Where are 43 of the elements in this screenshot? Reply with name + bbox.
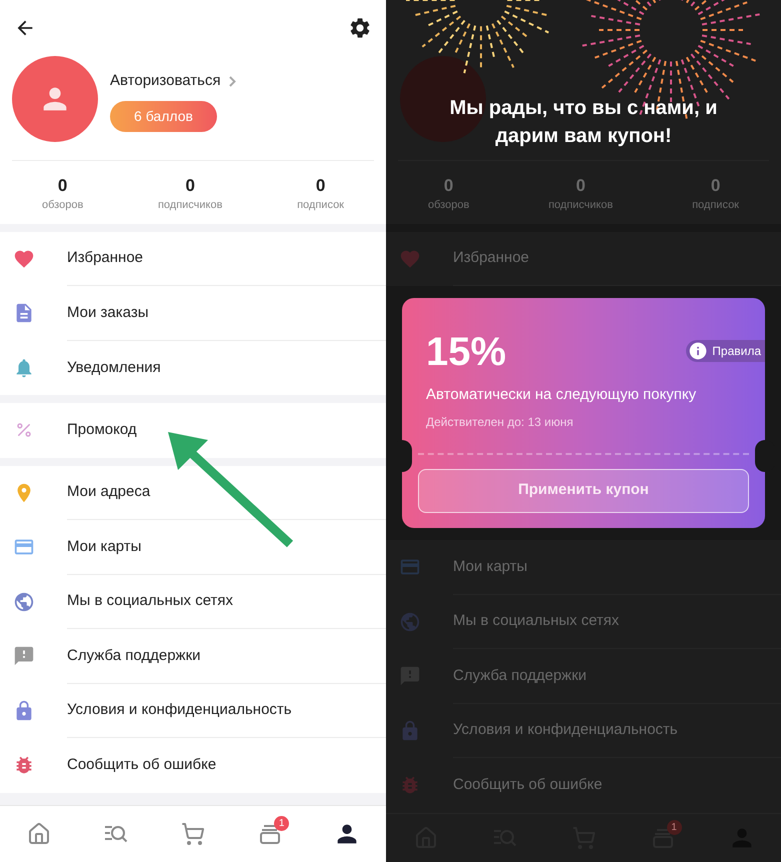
menu-item[interactable]: Условия и конфиденциальность <box>67 699 292 722</box>
nav-tab[interactable]: 1 <box>638 818 688 858</box>
stat-value: 0 <box>185 175 195 197</box>
message-alert-icon <box>399 665 421 688</box>
stat-label: подписчиков <box>548 198 613 213</box>
info-icon <box>688 341 708 361</box>
rules-link[interactable]: Правила <box>686 340 765 362</box>
home-icon[interactable] <box>26 822 51 846</box>
cart-icon[interactable] <box>180 822 205 846</box>
globe-icon <box>399 610 421 633</box>
menu-item[interactable]: Служба поддержки <box>67 644 201 667</box>
nav-tab[interactable]: 1 <box>245 814 296 854</box>
stat-value: 0 <box>316 175 326 197</box>
menu-item[interactable]: Промокод <box>67 419 137 442</box>
percent-icon <box>15 421 33 440</box>
globe-icon <box>13 590 35 613</box>
login-link[interactable]: Авторизоваться <box>110 70 221 92</box>
stat-label: подписчиков <box>158 198 222 213</box>
valid-until: Действителен до: 13 июня <box>426 414 574 430</box>
menu-item[interactable]: Мы в социальных сетях <box>67 590 234 612</box>
coupon-description: Автоматически на следующую покупку <box>426 385 698 405</box>
menu-item[interactable]: Мои карты <box>67 536 142 558</box>
menu-item[interactable]: Избранное <box>67 247 144 270</box>
stat-value: 0 <box>444 175 454 197</box>
stat-label: подписок <box>297 198 344 213</box>
menu-item[interactable]: Мои адреса <box>67 481 150 504</box>
stat-label: обзоров <box>42 198 84 213</box>
stat-label: обзоров <box>428 198 470 213</box>
stat-value: 0 <box>58 175 68 197</box>
discount: 15% <box>426 329 506 376</box>
notification-badge: 1 <box>666 820 682 835</box>
menu-item[interactable]: Сообщить об ошибке <box>67 754 216 776</box>
message-alert-icon <box>13 645 35 668</box>
menu-item[interactable]: Мои заказы <box>67 302 148 324</box>
search-list-icon[interactable] <box>102 823 129 845</box>
stat-label: подписок <box>692 198 739 213</box>
settings-icon[interactable] <box>348 16 372 40</box>
chevron-icon <box>228 76 236 87</box>
headline: Мы рады, что вы с нами, и дарим вам купон! <box>448 96 718 149</box>
stat-value: 0 <box>576 175 586 197</box>
notification-badge: 1 <box>274 816 290 831</box>
menu-item[interactable]: Уведомления <box>67 356 161 379</box>
stat-value: 0 <box>710 175 720 197</box>
